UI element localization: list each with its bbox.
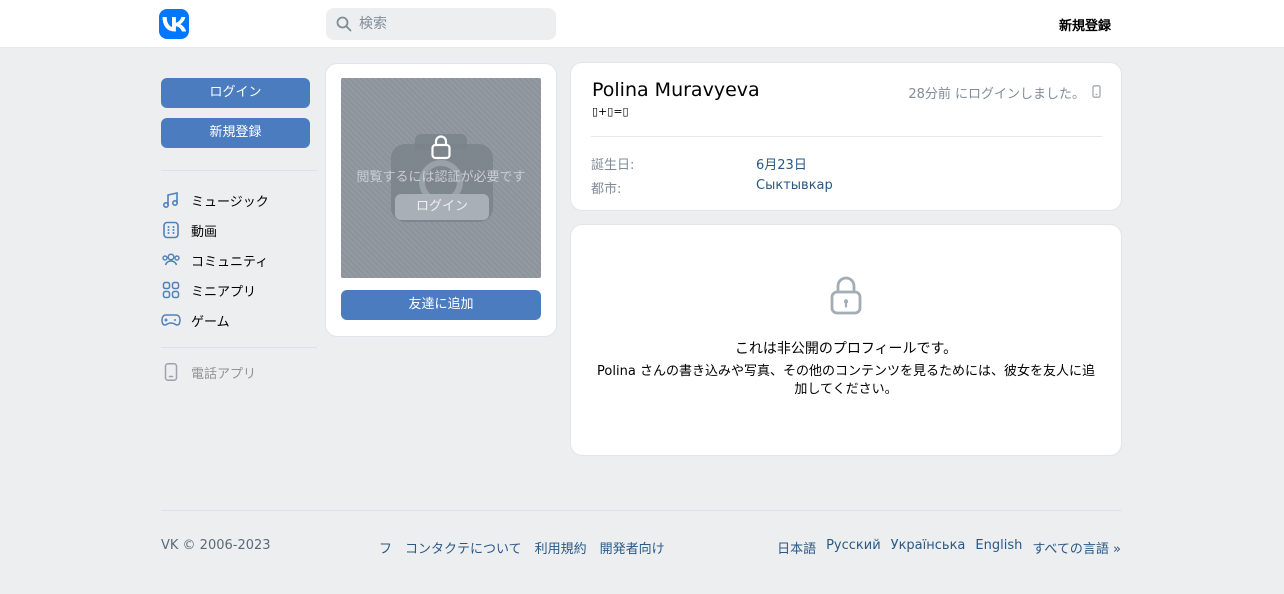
profile-info-card: Polina Muravyeva ▯+▯=▯ 28分前 にログインしました。 誕… — [570, 62, 1122, 211]
private-profile-card: これは非公開のプロフィールです。 Polina さんの書き込みや写真、その他のコ… — [570, 224, 1122, 456]
video-icon — [161, 220, 181, 240]
footer-link[interactable]: フ — [379, 538, 392, 557]
sidebar-item-games[interactable]: ゲーム — [161, 305, 317, 335]
add-friend-button[interactable]: 友達に追加 — [341, 290, 541, 320]
last-seen-text: 28分前 にログインしました。 — [908, 87, 1085, 102]
language-link-ukrainian[interactable]: Українська — [891, 538, 966, 557]
sidebar-item-label: ゲーム — [191, 314, 230, 330]
users-icon — [161, 250, 181, 270]
language-link-english[interactable]: English — [975, 538, 1022, 557]
signup-button[interactable]: 新規登録 — [161, 118, 310, 148]
search-box[interactable] — [326, 8, 556, 40]
sidebar-item-label: 動画 — [191, 224, 218, 240]
sidebar-item-phone-app[interactable]: 電話アプリ — [161, 357, 317, 387]
music-note-icon — [161, 190, 181, 210]
birthday-value-link[interactable]: 6月23日 — [756, 154, 807, 173]
sidebar-item-label: ミニアプリ — [191, 284, 257, 300]
sidebar-item-mini-apps[interactable]: ミニアプリ — [161, 275, 317, 305]
apps-grid-icon — [161, 280, 181, 300]
language-link-japanese[interactable]: 日本語 — [777, 538, 816, 557]
sidebar-item-label: コミュニティ — [191, 254, 269, 270]
lock-icon — [431, 135, 451, 160]
sidebar-divider — [161, 170, 317, 171]
sidebar-item-label: ミュージック — [191, 194, 269, 210]
header-signup-link[interactable]: 新規登録 — [1059, 15, 1111, 34]
sidebar-item-communities[interactable]: コミュニティ — [161, 245, 317, 275]
birthday-label: 誕生日: — [591, 158, 635, 173]
footer-divider — [161, 510, 1121, 511]
sidebar-item-video[interactable]: 動画 — [161, 215, 317, 245]
city-value-link[interactable]: Сыктывкар — [756, 178, 833, 193]
language-link-russian[interactable]: Русский — [826, 538, 881, 557]
sidebar-item-music[interactable]: ミュージック — [161, 185, 317, 215]
city-label: 都市: — [591, 182, 622, 197]
sidebar-divider — [161, 347, 317, 348]
language-link-all[interactable]: すべての言語 » — [1032, 538, 1121, 557]
sidebar-item-label: 電話アプリ — [191, 366, 257, 382]
login-button[interactable]: ログイン — [161, 78, 310, 108]
profile-name: Polina Muravyeva — [592, 79, 760, 101]
profile-status: ▯+▯=▯ — [592, 105, 629, 118]
footer-links: フ コンタクテについて 利用規約 開発者向け — [379, 538, 665, 557]
search-input[interactable] — [359, 8, 549, 40]
info-divider — [591, 136, 1102, 137]
photo-login-button[interactable]: ログイン — [395, 194, 489, 220]
lock-icon — [830, 276, 862, 315]
footer-link-terms[interactable]: 利用規約 — [535, 538, 587, 557]
private-profile-title: これは非公開のプロフィールです。 — [734, 341, 958, 357]
search-icon — [336, 16, 352, 32]
auth-required-text: 閲覧するには認証が必要です — [356, 170, 526, 185]
phone-icon — [161, 362, 181, 382]
profile-photo-card: 閲覧するには認証が必要です ログイン 友達に追加 — [325, 63, 557, 337]
top-bar: 新規登録 — [0, 0, 1284, 48]
gamepad-icon — [161, 310, 181, 330]
vk-logo-icon[interactable] — [159, 9, 189, 39]
private-profile-description: Polina さんの書き込みや写真、その他のコンテンツを見るためには、彼女を友人… — [597, 364, 1095, 397]
copyright-text: VK © 2006-2023 — [161, 538, 271, 553]
footer-link-about[interactable]: コンタクテについて — [405, 538, 522, 557]
footer-link-developers[interactable]: 開発者向け — [600, 538, 665, 557]
profile-photo: 閲覧するには認証が必要です ログイン — [341, 78, 541, 278]
footer-languages: 日本語 Русский Українська English すべての言語 » — [777, 538, 1121, 557]
mobile-phone-icon — [1092, 85, 1101, 98]
